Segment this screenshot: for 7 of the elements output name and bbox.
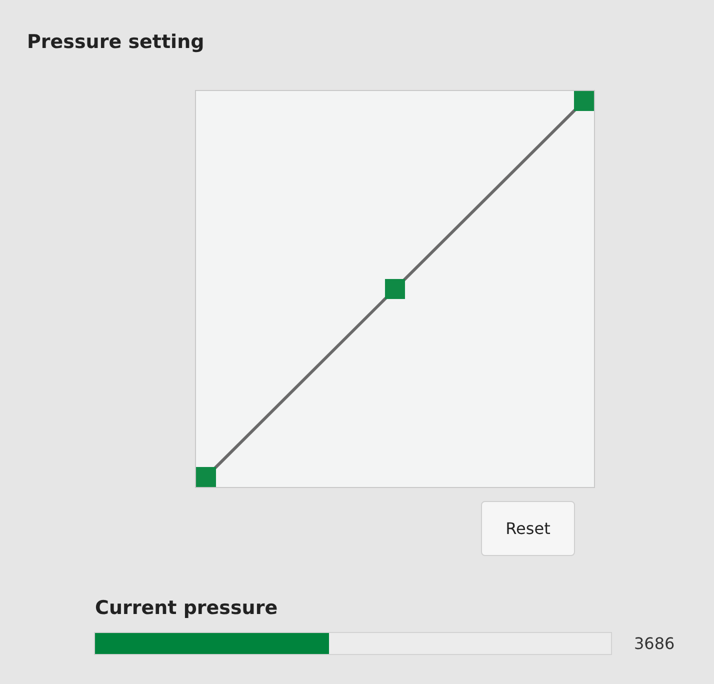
curve-handle[interactable] <box>196 467 216 487</box>
section-title: Pressure setting <box>27 30 204 54</box>
current-pressure-label: Current pressure <box>95 596 278 620</box>
curve-handle[interactable] <box>574 91 594 111</box>
curve-handle[interactable] <box>385 279 405 299</box>
pressure-reading: 3686 <box>634 634 675 653</box>
reset-button[interactable]: Reset <box>481 501 575 556</box>
